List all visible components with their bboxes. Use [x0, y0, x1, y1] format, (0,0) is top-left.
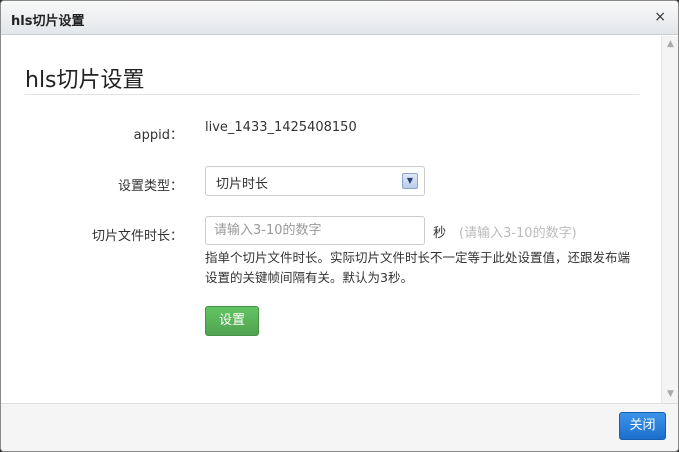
close-button[interactable]: 关闭	[619, 412, 666, 440]
scroll-up-icon[interactable]: ▲	[665, 39, 676, 50]
duration-input[interactable]	[205, 216, 425, 245]
appid-label: appid：	[133, 128, 183, 143]
dialog-footer: 关闭	[1, 403, 678, 451]
duration-help-text: 指单个切片文件时长。实际切片文件时长不一定等于此处设置值，还跟发布端设置的关键帧…	[205, 250, 631, 285]
set-button[interactable]: 设置	[205, 306, 259, 336]
duration-hint: (请输入3-10的数字)	[459, 226, 577, 241]
vertical-scrollbar[interactable]: ▲ ▼	[661, 36, 678, 403]
heading-divider	[25, 94, 639, 95]
close-icon[interactable]: ×	[654, 10, 666, 24]
setting-type-selected: 切片时长	[216, 177, 269, 192]
setting-type-select[interactable]: 切片时长 ▼	[205, 166, 425, 196]
page-title: hls切片设置	[25, 68, 145, 93]
scroll-down-icon[interactable]: ▼	[665, 389, 676, 400]
dialog-content: hls切片设置 appid： live_1433_1425408150 设置类型…	[1, 36, 661, 403]
appid-value: live_1433_1425408150	[205, 120, 357, 135]
duration-unit: 秒	[433, 226, 447, 241]
dialog-titlebar: hls切片设置 ×	[1, 1, 678, 35]
duration-label: 切片文件时长：	[91, 229, 183, 244]
hls-settings-dialog: hls切片设置 × hls切片设置 appid： live_1433_14254…	[0, 0, 679, 452]
setting-type-label: 设置类型：	[117, 179, 183, 194]
dialog-title: hls切片设置	[11, 14, 85, 29]
chevron-down-icon[interactable]: ▼	[402, 173, 418, 189]
